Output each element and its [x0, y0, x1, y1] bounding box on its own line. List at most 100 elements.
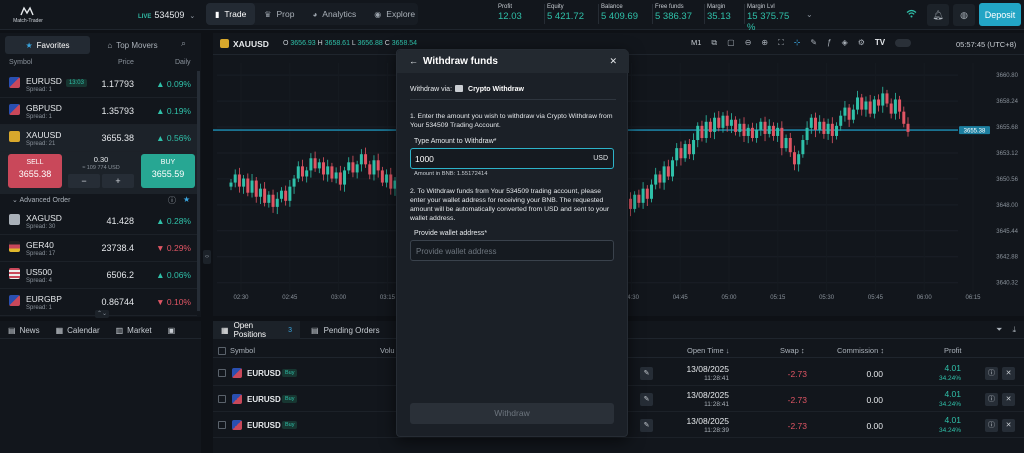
candle-body [305, 170, 309, 177]
sell-button[interactable]: SELL 3655.38 [8, 154, 62, 188]
row-checkbox[interactable] [218, 421, 226, 429]
withdraw-button[interactable]: Withdraw [410, 403, 614, 424]
logo[interactable]: Match-Trader [8, 6, 48, 26]
watchlist-row-gbpusd[interactable]: GBPUSD Spread: 1 1.35793 ▲ 0.19% [0, 98, 197, 125]
candle-body [347, 162, 351, 171]
function-icon[interactable]: ƒ [827, 38, 831, 48]
tab-market[interactable]: ▥ Market [108, 321, 160, 339]
zoom-out-icon[interactable]: ⊖ [745, 38, 752, 48]
advanced-order-bar[interactable]: ⌄ Advanced Order ⓘ ★ [0, 194, 197, 208]
candle-body [376, 160, 380, 171]
tab-prop[interactable]: ♛ Prop [255, 3, 303, 25]
candle-body [742, 123, 746, 136]
volume-minus-button[interactable]: − [68, 174, 100, 188]
edit-icon[interactable]: ✎ [640, 367, 653, 380]
chart-symbol[interactable]: XAUUSD [233, 39, 269, 49]
candle-body [637, 194, 641, 203]
row-checkbox[interactable] [218, 369, 226, 377]
account-selector[interactable]: LIVE 534509 ⌄ [138, 10, 195, 20]
timeframe-button[interactable]: M1 [691, 38, 701, 48]
zoom-in-icon[interactable]: ⊕ [761, 38, 768, 48]
row-checkbox[interactable] [218, 395, 226, 403]
candle-body [666, 166, 670, 177]
fit-icon[interactable]: ⛶ [778, 38, 784, 48]
volume-display[interactable]: 0.30 ≈ 109 774 USD [68, 155, 134, 171]
candle-body [380, 170, 384, 183]
positions-icon: ▦ [221, 325, 229, 335]
panel-resize-handle[interactable]: ⌃⌄ [95, 310, 109, 318]
candle-body [696, 125, 700, 141]
edit-icon[interactable]: ✎ [640, 393, 653, 406]
tab-favorites[interactable]: ★ Favorites [5, 36, 90, 54]
star-icon[interactable]: ★ [183, 195, 190, 204]
tab-pending-orders[interactable]: ▤ Pending Orders [303, 321, 388, 339]
position-price-label: 3655.38 [964, 128, 986, 134]
candles-icon[interactable]: ⧉ [711, 38, 717, 48]
amount-input[interactable]: 1000 USD [410, 148, 614, 169]
logo-mark-icon [20, 6, 34, 16]
candle-body [246, 178, 250, 193]
candle-body [679, 148, 683, 159]
back-arrow-icon[interactable]: ← [409, 56, 418, 66]
tab-analytics[interactable]: ◕ Analytics [303, 3, 365, 25]
step-two-text: 2. To Withdraw funds from Your 534509 tr… [410, 188, 610, 222]
col-symbol[interactable]: Symbol [230, 346, 255, 355]
col-commission[interactable]: Commission ↕ [837, 346, 884, 355]
position-symbol: EURUSD [247, 395, 281, 404]
watchlist-scrollbar[interactable] [197, 71, 200, 311]
candle-body [746, 127, 750, 136]
tab-explore[interactable]: ◉ Explore [365, 3, 424, 25]
side-badge: Buy [282, 369, 298, 377]
watchlist-row-ger40[interactable]: GER40 Spread: 17 23738.4 ▼ 0.29% [0, 235, 197, 262]
more-tabs-icon[interactable]: ▣ [160, 321, 184, 339]
layers-icon[interactable]: ◈ [842, 38, 848, 48]
silver-icon [9, 214, 20, 225]
close-icon[interactable]: ✕ [1002, 367, 1015, 380]
col-volume[interactable]: Volu [380, 346, 395, 355]
info-icon[interactable]: ⓘ [985, 419, 998, 432]
price: 0.86744 [101, 297, 134, 307]
filter-icon[interactable]: ⏷ [996, 325, 1002, 335]
tab-calendar[interactable]: ▦ Calendar [48, 321, 108, 339]
pencil-icon[interactable]: ✎ [810, 38, 817, 48]
col-swap[interactable]: Swap ↕ [780, 346, 805, 355]
close-icon[interactable]: ✕ [1002, 393, 1015, 406]
buy-button[interactable]: BUY 3655.59 [141, 154, 195, 188]
search-icon[interactable]: ⌕ [181, 38, 186, 49]
candle-body [902, 111, 906, 124]
tab-trade[interactable]: ▮ Trade [206, 3, 256, 25]
close-icon[interactable]: ✕ [609, 56, 617, 67]
chevron-down-icon[interactable]: ⌄ [806, 10, 813, 19]
profile-button[interactable]: ◍ [953, 4, 975, 26]
watchlist-row-us500[interactable]: US500 Spread: 4 6506.2 ▲ 0.06% [0, 262, 197, 289]
candle-body [826, 123, 830, 134]
download-icon[interactable]: ⤓ [1012, 325, 1016, 335]
watchlist-row-xauusd[interactable]: XAUUSD Spread: 21 3655.38 ▲ 0.56% [0, 125, 197, 152]
sidebar-collapse-handle[interactable]: ‹› [203, 250, 211, 264]
gear-icon[interactable]: ⚙ [858, 38, 865, 48]
col-open-time[interactable]: Open Time ↓ [687, 346, 730, 355]
candle-body [721, 115, 725, 128]
notifications-button[interactable]: 🔔︎ [927, 4, 949, 26]
wallet-address-input[interactable]: Provide wallet address [410, 240, 614, 261]
tab-news[interactable]: ▤ News [0, 321, 48, 339]
info-icon[interactable]: ⓘ [985, 367, 998, 380]
toggle-switch[interactable] [895, 39, 912, 47]
deposit-button[interactable]: Deposit [979, 3, 1021, 26]
profit-percent: 34.24% [938, 401, 961, 408]
edit-icon[interactable]: ✎ [640, 419, 653, 432]
tab-open-positions[interactable]: ▦ Open Positions 3 [213, 321, 300, 339]
select-all-checkbox[interactable] [218, 347, 226, 355]
watchlist-row-eurusd[interactable]: EURUSD 13:03 Spread: 1 1.17793 ▲ 0.09% [0, 71, 197, 98]
square-icon[interactable]: ▢ [727, 38, 735, 48]
volume-plus-button[interactable]: + [102, 174, 134, 188]
col-profit[interactable]: Profit [944, 346, 962, 355]
crosshair-icon[interactable]: ⊹ [794, 38, 801, 48]
info-icon[interactable]: ⓘ [168, 195, 176, 206]
info-icon[interactable]: ⓘ [985, 393, 998, 406]
symbol-name: XAGUSD [26, 213, 62, 223]
close-icon[interactable]: ✕ [1002, 419, 1015, 432]
candle-body [700, 125, 704, 138]
watchlist-row-xagusd[interactable]: XAGUSD Spread: 30 41.428 ▲ 0.28% [0, 208, 197, 235]
tab-top-movers[interactable]: ⌂ Top Movers [90, 36, 175, 54]
